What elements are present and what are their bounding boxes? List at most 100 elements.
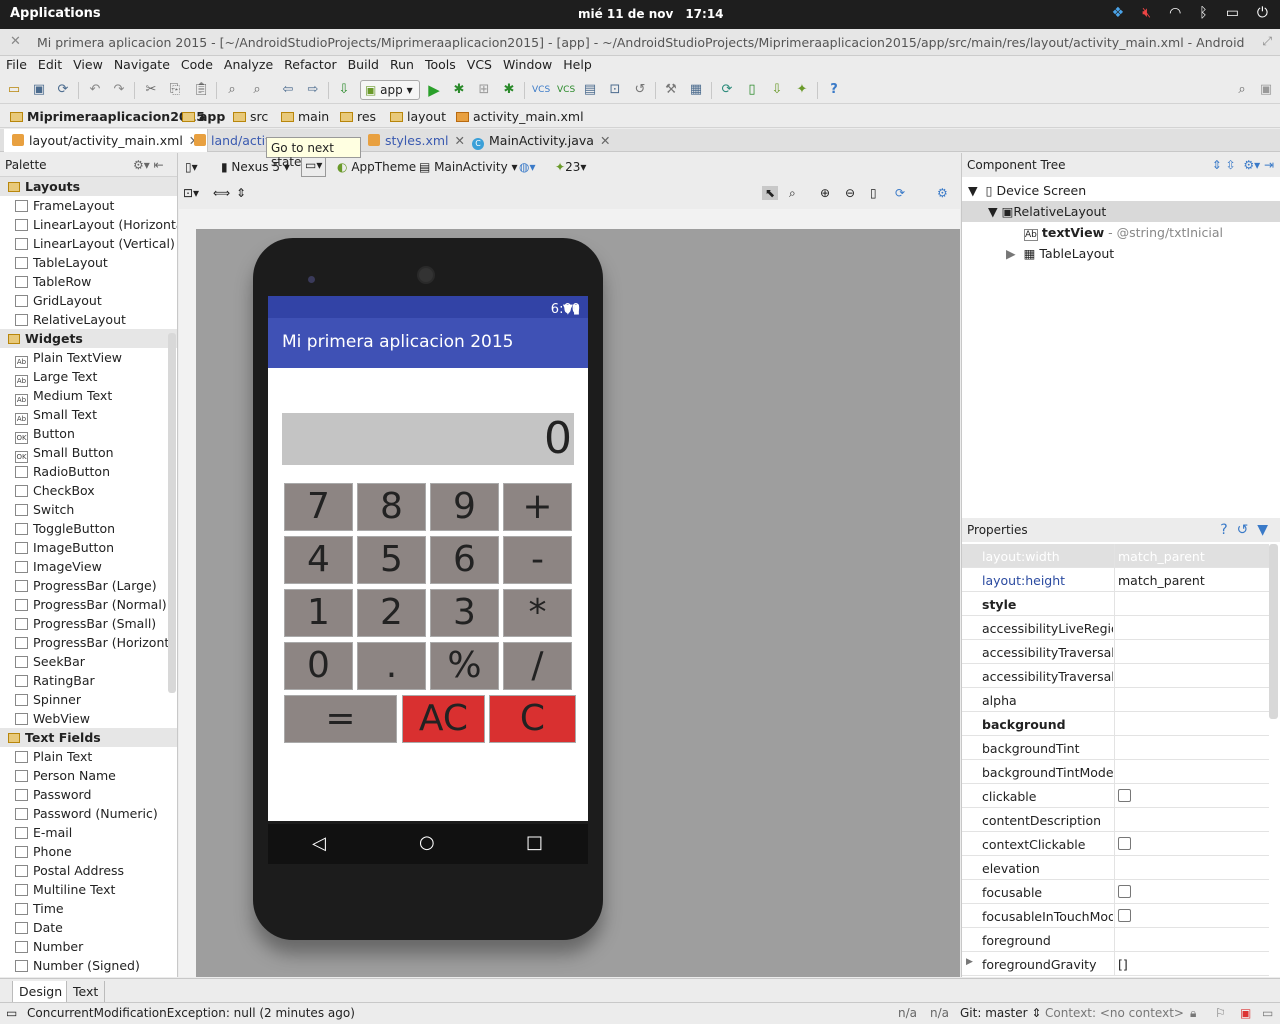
cut-icon[interactable]: ✂ <box>143 82 159 98</box>
palette-item[interactable]: Ab Medium Text <box>0 386 177 406</box>
tab-styles-xml[interactable]: styles.xml ✕ <box>360 129 473 152</box>
palette-scrollbar[interactable] <box>168 333 176 693</box>
palette-item[interactable]: OK Button <box>0 424 177 444</box>
property-value[interactable] <box>1114 592 1269 616</box>
nav-back-icon[interactable]: ◁ <box>312 833 326 854</box>
event-log-icon[interactable]: ▣ <box>1240 1006 1251 1020</box>
property-value[interactable] <box>1114 928 1269 952</box>
property-row[interactable]: accessibilityTraversalBe <box>962 664 1269 688</box>
status-position[interactable]: n/a <box>898 1006 917 1020</box>
property-checkbox[interactable] <box>1118 885 1131 898</box>
palette-item[interactable]: RelativeLayout <box>0 310 177 329</box>
menu-refactor[interactable]: Refactor <box>284 56 343 76</box>
design-canvas[interactable]: ▼▮ 6:00 Mi primera aplicacion 2015 0 789… <box>196 229 960 977</box>
palette-item[interactable]: WebView <box>0 709 177 728</box>
close-tab-icon[interactable]: ✕ <box>600 133 610 148</box>
palette-item[interactable]: FrameLayout <box>0 196 177 215</box>
palette-item[interactable]: Time <box>0 899 177 918</box>
palette-item[interactable]: ImageView <box>0 557 177 576</box>
property-value[interactable] <box>1114 784 1269 808</box>
tree-node-table-layout[interactable]: ▶ ▦ TableLayout <box>1006 243 1114 264</box>
property-row[interactable]: layout:width match_parent <box>962 544 1269 568</box>
palette-item[interactable]: Date <box>0 918 177 937</box>
git-branch[interactable]: Git: master ⇕ <box>960 1006 1041 1020</box>
palette-item[interactable]: LinearLayout (Horizontal <box>0 215 177 234</box>
battery-icon[interactable]: ▭ <box>1226 5 1239 21</box>
property-row[interactable]: style <box>962 592 1269 616</box>
property-value[interactable]: match_parent <box>1114 544 1269 568</box>
open-folder-icon[interactable]: ▭ <box>6 82 22 98</box>
menu-vcs[interactable]: VCS <box>467 56 499 76</box>
vcs-update-icon[interactable]: VCS <box>532 82 550 98</box>
breadcrumb-file[interactable]: activity_main.xml <box>456 109 584 124</box>
property-row[interactable]: clickable <box>962 784 1269 808</box>
menu-run[interactable]: Run <box>390 56 421 76</box>
property-checkbox[interactable] <box>1118 909 1131 922</box>
redo-icon[interactable]: ↷ <box>111 82 127 98</box>
gradle-sync-icon[interactable]: ⟳ <box>719 82 735 98</box>
palette-item[interactable]: ProgressBar (Horizontal) <box>0 633 177 652</box>
screenshot-icon[interactable]: ▯ <box>870 186 877 200</box>
property-row[interactable]: contentDescription <box>962 808 1269 832</box>
property-row[interactable]: elevation <box>962 856 1269 880</box>
property-row[interactable]: backgroundTint <box>962 736 1269 760</box>
palette-group-widgets[interactable]: Widgets <box>0 329 177 348</box>
tab-text[interactable]: Text <box>66 981 106 1003</box>
property-value[interactable]: match_parent <box>1114 568 1269 592</box>
property-value[interactable] <box>1114 712 1269 736</box>
menu-build[interactable]: Build <box>348 56 386 76</box>
palette-item[interactable]: ToggleButton <box>0 519 177 538</box>
phone-screen[interactable]: ▼▮ 6:00 Mi primera aplicacion 2015 0 789… <box>268 296 588 864</box>
palette-item[interactable]: RatingBar <box>0 671 177 690</box>
project-structure-icon[interactable]: ⚒ <box>663 82 679 98</box>
menu-window[interactable]: Window <box>503 56 559 76</box>
property-value[interactable] <box>1114 856 1269 880</box>
property-checkbox[interactable] <box>1118 789 1131 802</box>
run-configuration-select[interactable]: ▣ app ▾ <box>360 80 420 100</box>
property-row[interactable]: accessibilityLiveRegion <box>962 616 1269 640</box>
palette-item[interactable]: CheckBox <box>0 481 177 500</box>
breadcrumb-project[interactable]: Miprimeraaplicacion2015 <box>10 109 205 124</box>
calc-key-button[interactable]: 3 <box>430 589 499 637</box>
breadcrumb-app[interactable]: app <box>182 109 225 124</box>
property-value[interactable] <box>1114 808 1269 832</box>
property-value[interactable]: [] <box>1114 952 1269 976</box>
make-project-icon[interactable]: ⇩ <box>336 82 352 98</box>
coverage-icon[interactable]: ⊞ <box>476 82 492 98</box>
revert-icon[interactable]: ↺ <box>632 82 648 98</box>
zoom-to-fit-icon[interactable]: ⊡▾ <box>183 186 199 200</box>
lock-icon[interactable]: 🔒︎ <box>1190 1006 1196 1021</box>
volume-mute-icon[interactable]: 🔇︎ <box>1142 5 1151 21</box>
dropbox-icon[interactable]: ❖ <box>1112 5 1125 21</box>
palette-item[interactable]: Plain Text <box>0 747 177 766</box>
api-select[interactable]: ✦23▾ <box>555 160 586 174</box>
properties-scrollbar[interactable] <box>1269 544 1278 719</box>
calc-key-button[interactable]: . <box>357 642 426 690</box>
palette-item[interactable]: Ab Plain TextView <box>0 348 177 368</box>
tool-window-icon[interactable]: ▭ <box>6 1006 17 1020</box>
palette-item[interactable]: Postal Address <box>0 861 177 880</box>
calc-key-button[interactable]: * <box>503 589 572 637</box>
palette-group-text-fields[interactable]: Text Fields <box>0 728 177 747</box>
debug-icon[interactable]: ✱ <box>451 82 467 98</box>
calculator-display[interactable]: 0 <box>282 413 574 465</box>
activity-select[interactable]: ▤ MainActivity ▾ <box>419 160 518 174</box>
palette-item[interactable]: Switch <box>0 500 177 519</box>
property-row[interactable]: alpha <box>962 688 1269 712</box>
palette-item[interactable]: ProgressBar (Normal) <box>0 595 177 614</box>
options-gear-icon[interactable]: ⚙ <box>937 186 948 200</box>
palette-item[interactable]: Number (Signed) <box>0 956 177 975</box>
paste-icon[interactable]: 📋︎ <box>193 82 210 98</box>
back-icon[interactable]: ⇦ <box>280 82 296 98</box>
palette-group-layouts[interactable]: Layouts <box>0 177 177 196</box>
palette-item[interactable]: Password <box>0 785 177 804</box>
property-row[interactable]: background <box>962 712 1269 736</box>
history-icon[interactable]: ⊡ <box>607 82 623 98</box>
palette-item[interactable]: TableLayout <box>0 253 177 272</box>
palette-item[interactable]: Ab Large Text <box>0 367 177 387</box>
property-value[interactable] <box>1114 640 1269 664</box>
run-icon[interactable]: ▶ <box>426 82 442 98</box>
find-icon[interactable]: ⌕ <box>224 82 240 98</box>
palette-item[interactable]: Spinner <box>0 690 177 709</box>
menu-analyze[interactable]: Analyze <box>224 56 280 76</box>
